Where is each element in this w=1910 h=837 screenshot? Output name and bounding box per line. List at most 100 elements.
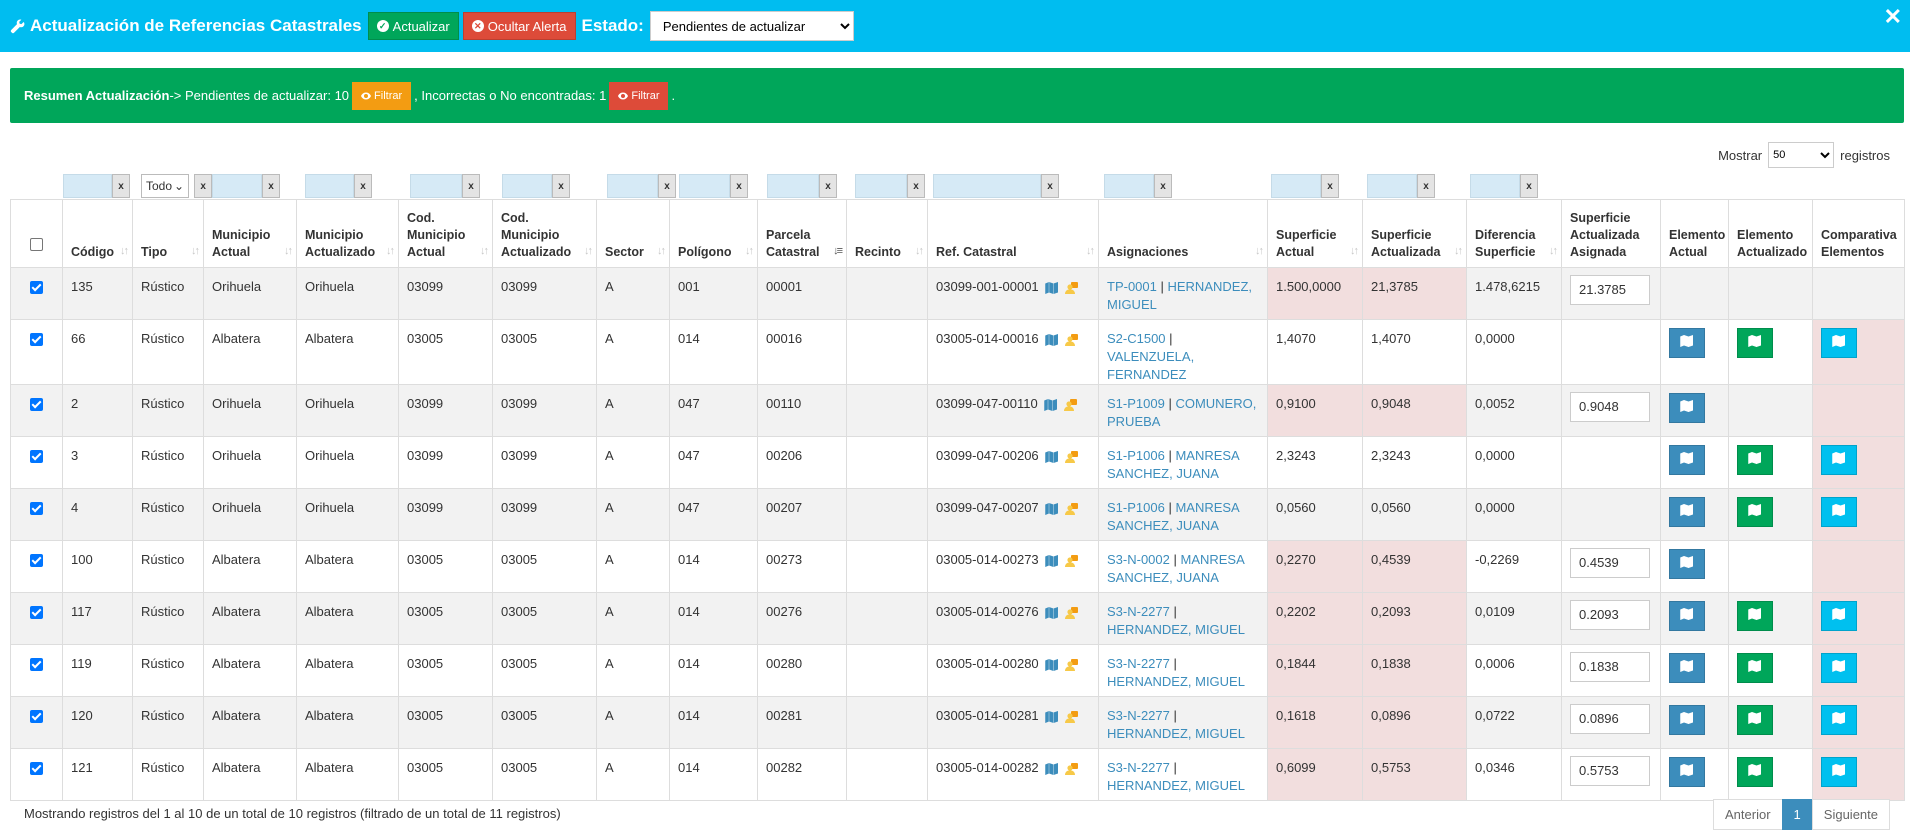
column-filter-input[interactable] bbox=[502, 174, 552, 198]
clear-filter-button[interactable]: x bbox=[1041, 174, 1059, 198]
pagination-prev[interactable]: Anterior bbox=[1713, 799, 1783, 830]
row-checkbox[interactable] bbox=[30, 762, 43, 776]
column-filter-input[interactable] bbox=[1367, 174, 1417, 198]
clear-filter-button[interactable]: x bbox=[730, 174, 748, 198]
elemento-actual-button[interactable] bbox=[1669, 328, 1705, 358]
asignacion-code-link[interactable]: S1-P1006 bbox=[1107, 500, 1165, 515]
asignacion-code-link[interactable]: S2-C1500 bbox=[1107, 331, 1166, 346]
row-checkbox[interactable] bbox=[30, 554, 43, 568]
clear-filter-button[interactable]: x bbox=[552, 174, 570, 198]
pagination-page[interactable]: 1 bbox=[1781, 799, 1813, 830]
asignacion-name-link[interactable]: VALENZUELA, FERNANDEZ bbox=[1107, 349, 1194, 382]
elemento-actual-button[interactable] bbox=[1669, 653, 1705, 683]
map-icon[interactable] bbox=[1044, 762, 1059, 775]
comparativa-button[interactable] bbox=[1821, 497, 1857, 527]
elemento-actualizado-button[interactable] bbox=[1737, 445, 1773, 475]
comparativa-button[interactable] bbox=[1821, 757, 1857, 787]
row-checkbox[interactable] bbox=[30, 333, 43, 347]
asignacion-code-link[interactable]: TP-0001 bbox=[1107, 279, 1157, 294]
asignacion-name-link[interactable]: HERNANDEZ, MIGUEL bbox=[1107, 622, 1245, 637]
tipo-filter-select[interactable]: Todo ⌄ bbox=[141, 174, 190, 198]
user-assign-icon[interactable] bbox=[1064, 606, 1079, 620]
sup-asignada-input[interactable]: 0.0896 bbox=[1570, 704, 1650, 734]
elemento-actualizado-button[interactable] bbox=[1737, 705, 1773, 735]
th-sup-actualizada[interactable]: Superficie Actualizada ↓↑ bbox=[1362, 199, 1467, 268]
clear-filter-button[interactable]: x bbox=[354, 174, 372, 198]
column-filter-input[interactable] bbox=[855, 174, 907, 198]
column-filter-input[interactable] bbox=[1104, 174, 1154, 198]
asignacion-code-link[interactable]: S3-N-2277 bbox=[1107, 656, 1170, 671]
th-poligono[interactable]: Polígono ↓↑ bbox=[669, 199, 758, 268]
column-filter-input[interactable] bbox=[63, 174, 112, 198]
user-assign-icon[interactable] bbox=[1064, 710, 1079, 724]
user-assign-icon[interactable] bbox=[1064, 333, 1079, 347]
clear-filter-button[interactable]: x bbox=[658, 174, 676, 198]
clear-filter-button[interactable]: x bbox=[462, 174, 480, 198]
clear-filter-button[interactable]: x bbox=[1520, 174, 1538, 198]
sup-asignada-input[interactable]: 21.3785 bbox=[1570, 275, 1650, 305]
user-assign-icon[interactable] bbox=[1064, 281, 1079, 295]
th-parcela[interactable]: Parcela Catastral ↓≡ bbox=[757, 199, 847, 268]
th-cod-municipio-actualizado[interactable]: Cod. Municipio Actualizado ↓↑ bbox=[492, 199, 597, 268]
elemento-actualizado-button[interactable] bbox=[1737, 757, 1773, 787]
row-checkbox[interactable] bbox=[30, 398, 43, 412]
user-assign-icon[interactable] bbox=[1064, 450, 1079, 464]
asignacion-name-link[interactable]: HERNANDEZ, MIGUEL bbox=[1107, 674, 1245, 689]
row-checkbox[interactable] bbox=[30, 606, 43, 620]
user-assign-icon[interactable] bbox=[1064, 554, 1079, 568]
elemento-actual-button[interactable] bbox=[1669, 497, 1705, 527]
column-filter-input[interactable] bbox=[933, 174, 1041, 198]
elemento-actualizado-button[interactable] bbox=[1737, 601, 1773, 631]
asignacion-code-link[interactable]: S1-P1006 bbox=[1107, 448, 1165, 463]
th-cod-municipio-actual[interactable]: Cod. Municipio Actual ↓↑ bbox=[398, 199, 493, 268]
asignacion-code-link[interactable]: S1-P1009 bbox=[1107, 396, 1165, 411]
elemento-actualizado-button[interactable] bbox=[1737, 497, 1773, 527]
map-icon[interactable] bbox=[1043, 398, 1058, 411]
clear-filter-button[interactable]: x bbox=[1154, 174, 1172, 198]
column-filter-input[interactable] bbox=[607, 174, 658, 198]
user-assign-icon[interactable] bbox=[1064, 762, 1079, 776]
th-municipio-actualizado[interactable]: Municipio Actualizado ↓↑ bbox=[296, 199, 399, 268]
map-icon[interactable] bbox=[1044, 502, 1059, 515]
close-icon[interactable]: ✕ bbox=[1884, 4, 1902, 30]
th-asignaciones[interactable]: Asignaciones ↓↑ bbox=[1098, 199, 1268, 268]
elemento-actual-button[interactable] bbox=[1669, 757, 1705, 787]
sup-asignada-input[interactable]: 0.2093 bbox=[1570, 600, 1650, 630]
asignacion-name-link[interactable]: HERNANDEZ, MIGUEL bbox=[1107, 778, 1245, 793]
clear-filter-button[interactable]: x bbox=[907, 174, 925, 198]
map-icon[interactable] bbox=[1044, 658, 1059, 671]
sup-asignada-input[interactable]: 0.9048 bbox=[1570, 392, 1650, 422]
comparativa-button[interactable] bbox=[1821, 445, 1857, 475]
comparativa-button[interactable] bbox=[1821, 328, 1857, 358]
asignacion-code-link[interactable]: S3-N-2277 bbox=[1107, 708, 1170, 723]
column-filter-input[interactable] bbox=[410, 174, 462, 198]
map-icon[interactable] bbox=[1044, 281, 1059, 294]
elemento-actual-button[interactable] bbox=[1669, 445, 1705, 475]
elemento-actual-button[interactable] bbox=[1669, 601, 1705, 631]
pagination-next[interactable]: Siguiente bbox=[1811, 799, 1890, 830]
ocultar-alerta-button[interactable]: ✕ Ocultar Alerta bbox=[462, 12, 576, 40]
asignacion-code-link[interactable]: S3-N-0002 bbox=[1107, 552, 1170, 567]
column-filter-input[interactable] bbox=[212, 174, 262, 198]
clear-filter-button[interactable]: x bbox=[819, 174, 837, 198]
column-filter-input[interactable] bbox=[679, 174, 730, 198]
actualizar-button[interactable]: ✓ Actualizar bbox=[367, 12, 459, 40]
column-filter-input[interactable] bbox=[767, 174, 819, 198]
filtrar-pendientes-button[interactable]: Filtrar bbox=[352, 81, 412, 110]
map-icon[interactable] bbox=[1044, 606, 1059, 619]
sup-asignada-input[interactable]: 0.4539 bbox=[1570, 548, 1650, 578]
th-ref-catastral[interactable]: Ref. Catastral ↓↑ bbox=[927, 199, 1099, 268]
row-checkbox[interactable] bbox=[30, 658, 43, 672]
comparativa-button[interactable] bbox=[1821, 601, 1857, 631]
estado-select[interactable]: Pendientes de actualizar bbox=[649, 11, 854, 41]
asignacion-name-link[interactable]: HERNANDEZ, MIGUEL bbox=[1107, 726, 1245, 741]
th-tipo[interactable]: Tipo ↓↑ bbox=[132, 199, 204, 268]
map-icon[interactable] bbox=[1044, 554, 1059, 567]
clear-filter-button[interactable]: x bbox=[194, 174, 213, 198]
comparativa-button[interactable] bbox=[1821, 653, 1857, 683]
user-assign-icon[interactable] bbox=[1064, 502, 1079, 516]
column-filter-input[interactable] bbox=[1271, 174, 1321, 198]
comparativa-button[interactable] bbox=[1821, 705, 1857, 735]
th-municipio-actual[interactable]: Municipio Actual ↓↑ bbox=[203, 199, 297, 268]
elemento-actual-button[interactable] bbox=[1669, 705, 1705, 735]
